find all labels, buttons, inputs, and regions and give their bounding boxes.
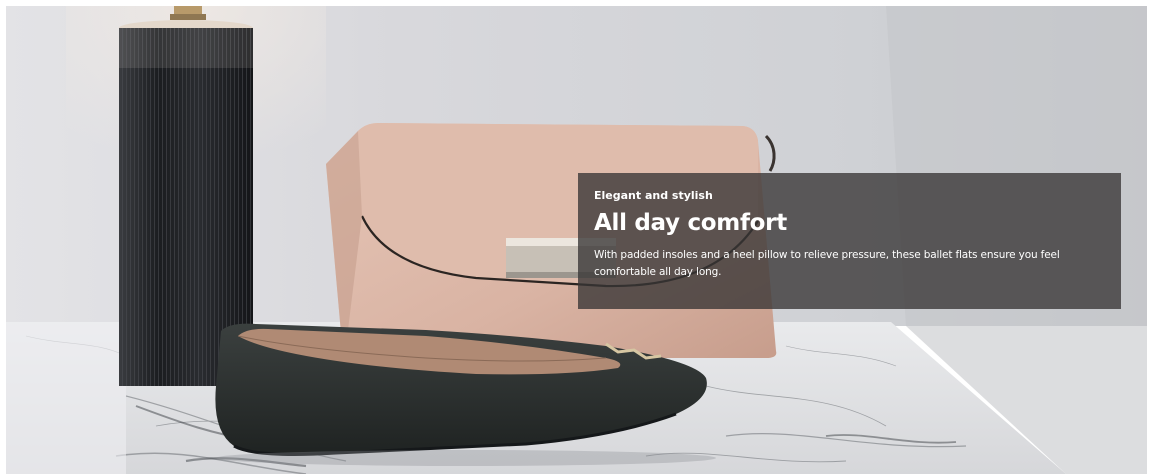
promo-eyebrow: Elegant and stylish: [594, 189, 713, 202]
hero-banner: Elegant and stylish All day comfort With…: [6, 6, 1147, 474]
promo-text-panel: Elegant and stylish All day comfort With…: [578, 173, 1121, 309]
promo-description: With padded insoles and a heel pillow to…: [594, 249, 1060, 278]
promo-headline: All day comfort: [594, 210, 787, 236]
